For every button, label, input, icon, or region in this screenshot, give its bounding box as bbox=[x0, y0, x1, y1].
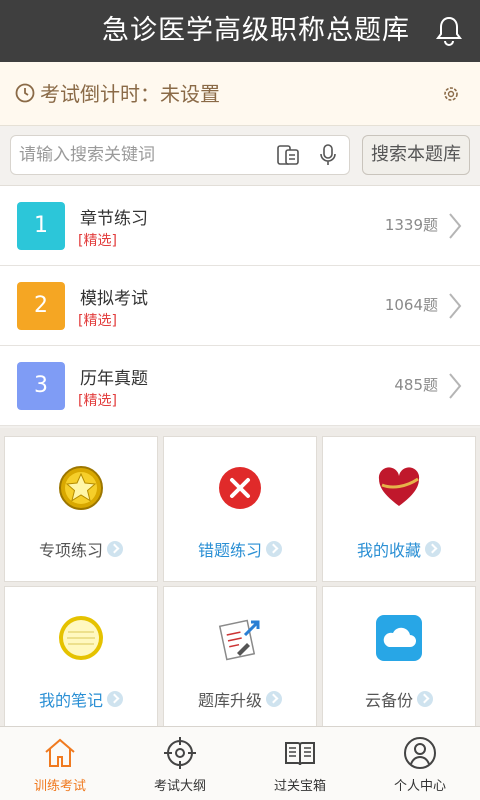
tab-exam-syllabus[interactable]: 考试大纲 bbox=[120, 727, 240, 800]
search-row: 搜索本题库 bbox=[0, 126, 480, 186]
tab-pass-treasure[interactable]: 过关宝箱 bbox=[240, 727, 360, 800]
tab-training-exam[interactable]: 训练考试 bbox=[0, 727, 120, 800]
tab-label: 训练考试 bbox=[33, 779, 86, 794]
list-item-past-exams[interactable]: 3 历年真题 [精选] 485题 bbox=[0, 346, 480, 426]
search-box bbox=[10, 135, 350, 175]
grid-special-practice[interactable]: 专项练习 bbox=[4, 436, 158, 582]
timer-icon bbox=[15, 83, 35, 103]
item-number-badge: 2 bbox=[17, 282, 65, 330]
star-badge-icon bbox=[59, 466, 103, 510]
bottom-tab-bar: 训练考试 考试大纲 过关宝箱 个人中心 bbox=[0, 726, 480, 800]
arrow-right-icon bbox=[417, 691, 433, 707]
tab-label: 个人中心 bbox=[393, 779, 446, 794]
item-count: 485题 bbox=[394, 376, 438, 394]
chevron-right-icon bbox=[449, 293, 462, 319]
wrong-x-icon bbox=[219, 467, 261, 509]
list-item-mock-exam[interactable]: 2 模拟考试 [精选] 1064题 bbox=[0, 266, 480, 346]
arrow-right-icon bbox=[107, 691, 123, 707]
arrow-right-icon bbox=[107, 541, 123, 557]
countdown-text: 考试倒计时：未设置 bbox=[40, 82, 220, 106]
chevron-right-icon bbox=[449, 213, 462, 239]
exam-countdown-bar[interactable]: 考试倒计时：未设置 bbox=[0, 62, 480, 126]
search-input[interactable] bbox=[19, 136, 269, 174]
tab-label: 过关宝箱 bbox=[273, 779, 326, 794]
heart-icon bbox=[378, 467, 420, 506]
gear-icon[interactable] bbox=[440, 83, 462, 105]
item-title: 模拟考试 bbox=[80, 289, 148, 309]
grid-label: 错题练习 bbox=[164, 537, 316, 561]
grid-label: 我的收藏 bbox=[323, 537, 475, 561]
item-tag: [精选] bbox=[78, 233, 117, 249]
mic-icon[interactable] bbox=[315, 142, 341, 168]
user-icon bbox=[404, 737, 436, 769]
grid-label: 专项练习 bbox=[5, 537, 157, 561]
item-number-badge: 1 bbox=[17, 202, 65, 250]
list-item-chapter-practice[interactable]: 1 章节练习 [精选] 1339题 bbox=[0, 186, 480, 266]
item-title: 章节练习 bbox=[80, 209, 148, 229]
upgrade-doc-icon bbox=[218, 619, 260, 661]
arrow-right-icon bbox=[266, 691, 282, 707]
item-count: 1339题 bbox=[384, 216, 438, 234]
item-title: 历年真题 bbox=[80, 369, 148, 389]
item-number-badge: 3 bbox=[17, 362, 65, 410]
feature-grid: 专项练习 错题练习 我的收藏 我的笔记 题库升级 云备份 bbox=[0, 428, 480, 732]
scan-icon[interactable] bbox=[275, 142, 301, 168]
grid-label: 我的笔记 bbox=[5, 687, 157, 711]
grid-my-favorites[interactable]: 我的收藏 bbox=[322, 436, 476, 582]
search-button[interactable]: 搜索本题库 bbox=[362, 135, 470, 175]
arrow-right-icon bbox=[266, 541, 282, 557]
cloud-icon bbox=[376, 615, 422, 661]
book-icon bbox=[285, 742, 315, 766]
grid-wrong-practice[interactable]: 错题练习 bbox=[163, 436, 317, 582]
grid-my-notes[interactable]: 我的笔记 bbox=[4, 586, 158, 732]
grid-label: 云备份 bbox=[323, 687, 475, 711]
tab-personal-center[interactable]: 个人中心 bbox=[360, 727, 480, 800]
bell-icon[interactable] bbox=[432, 14, 466, 48]
grid-label: 题库升级 bbox=[164, 687, 316, 711]
chevron-right-icon bbox=[449, 373, 462, 399]
item-tag: [精选] bbox=[78, 313, 117, 329]
home-icon bbox=[45, 738, 75, 767]
grid-cloud-backup[interactable]: 云备份 bbox=[322, 586, 476, 732]
tab-label: 考试大纲 bbox=[153, 779, 206, 794]
item-tag: [精选] bbox=[78, 393, 117, 409]
app-title: 急诊医学高级职称总题库 bbox=[102, 15, 410, 46]
grid-bank-upgrade[interactable]: 题库升级 bbox=[163, 586, 317, 732]
notebook-icon bbox=[59, 616, 103, 660]
title-bar: 急诊医学高级职称总题库 bbox=[0, 0, 480, 62]
target-icon bbox=[164, 737, 196, 769]
arrow-right-icon bbox=[425, 541, 441, 557]
item-count: 1064题 bbox=[384, 296, 438, 314]
